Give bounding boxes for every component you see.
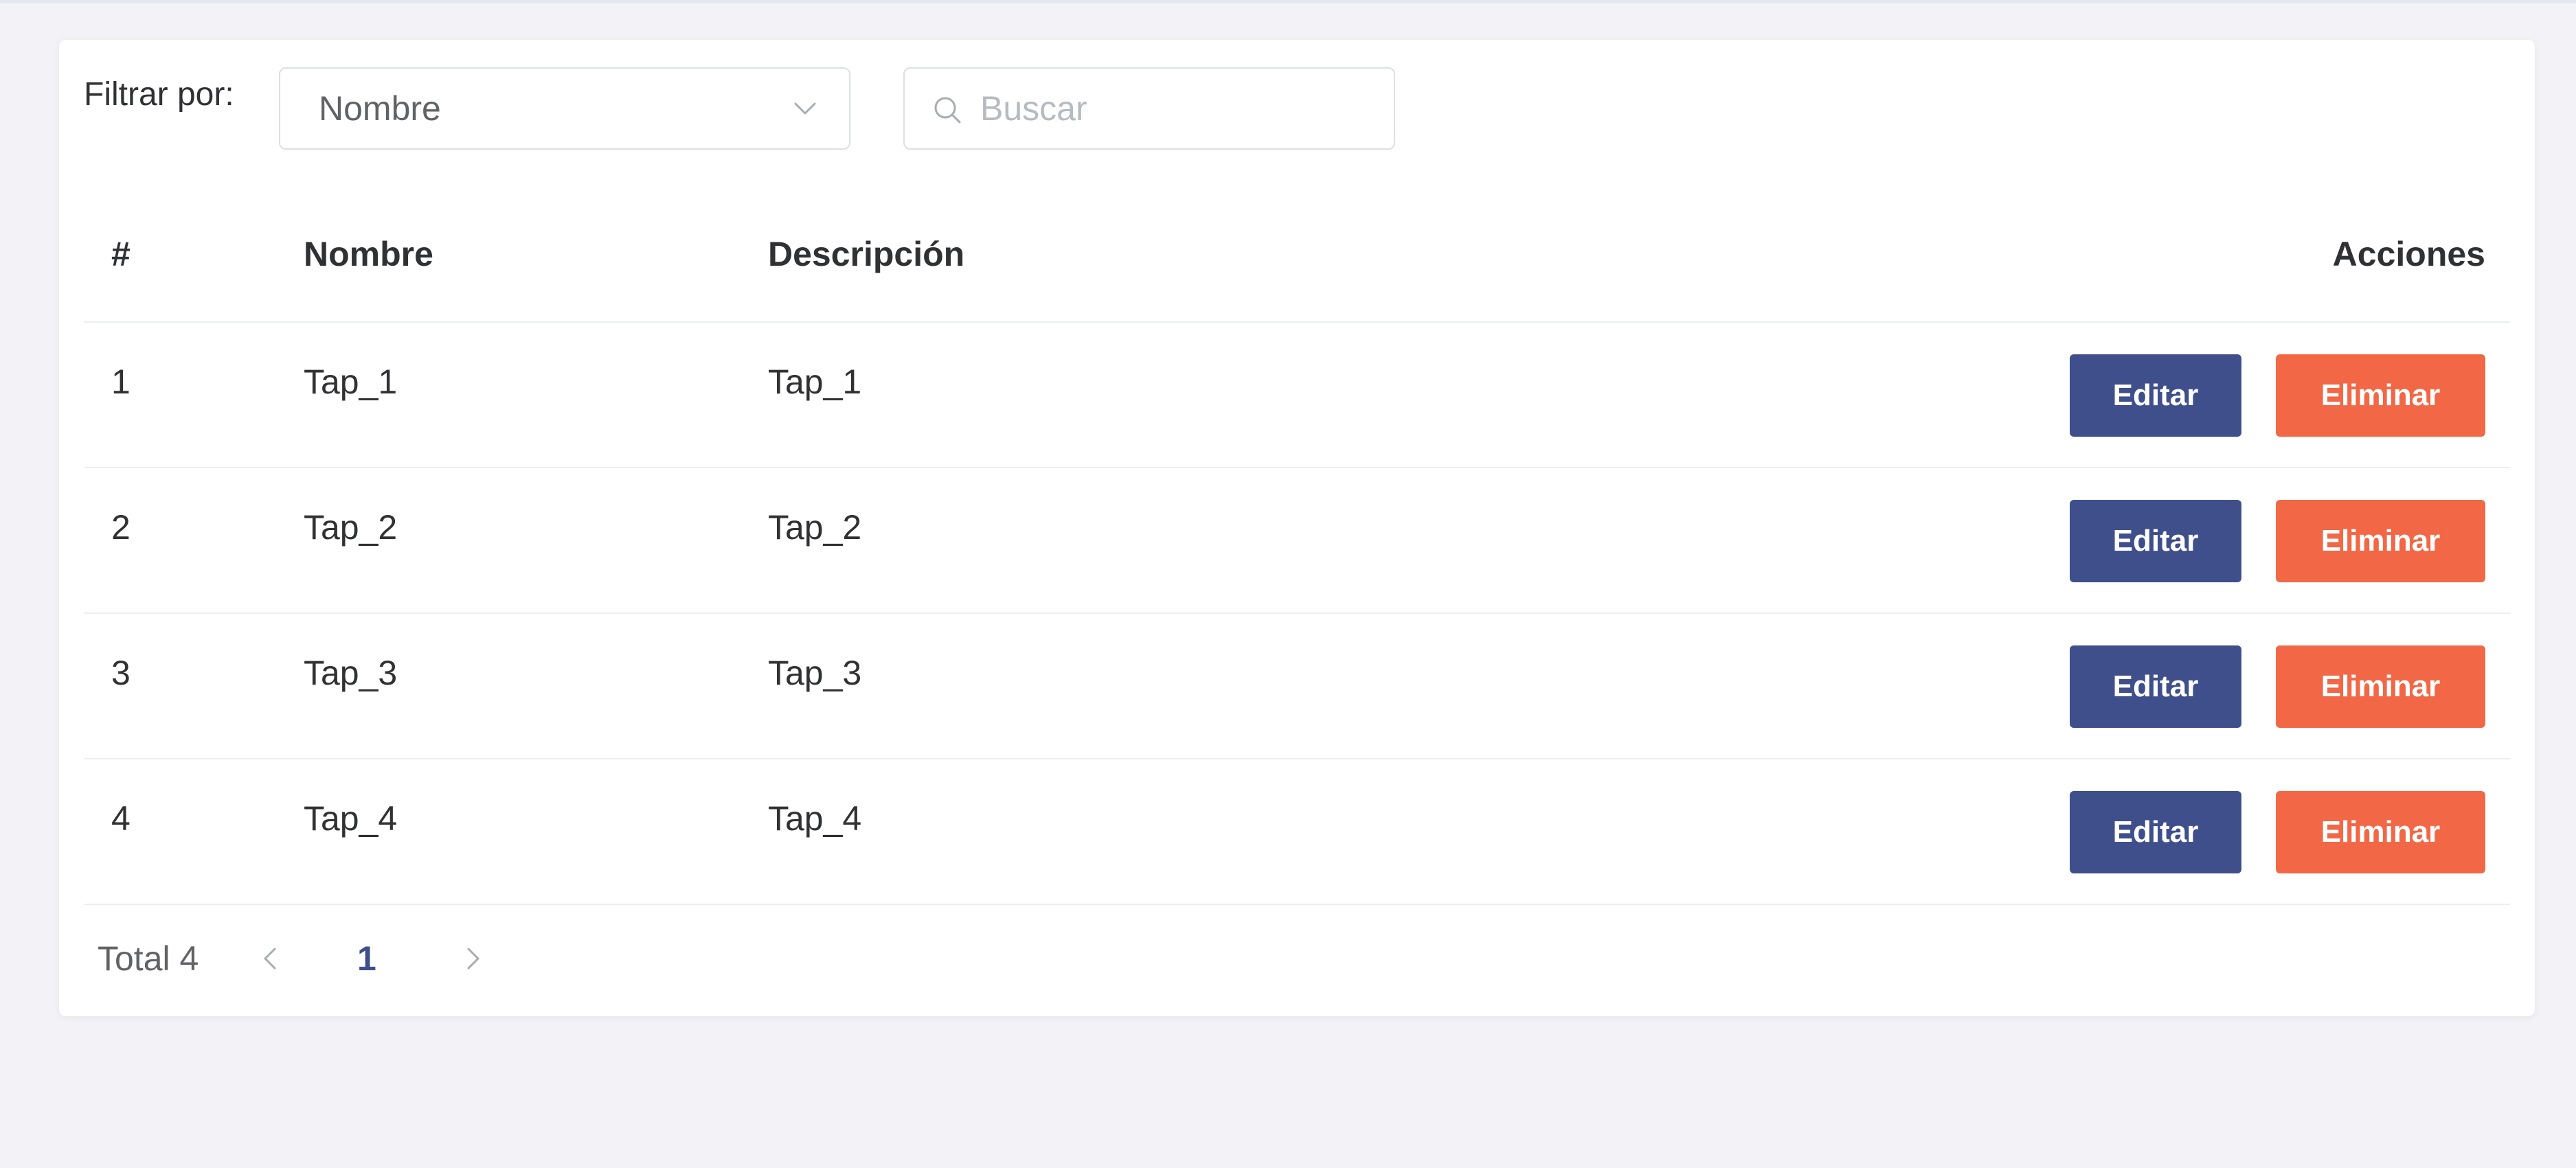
data-table: # Nombre Descripción Acciones 1 Tap_1 Ta… xyxy=(84,185,2510,905)
search-input[interactable] xyxy=(980,69,1379,148)
search-icon xyxy=(932,95,962,125)
edit-button[interactable]: Editar xyxy=(2070,645,2241,728)
delete-button[interactable]: Eliminar xyxy=(2276,791,2485,873)
total-count: Total 4 xyxy=(98,939,199,978)
header-actions: Acciones xyxy=(2332,235,2485,273)
cell-description: Tap_4 xyxy=(768,799,862,838)
cell-name: Tap_3 xyxy=(304,654,398,692)
cell-description: Tap_1 xyxy=(768,363,862,401)
content-card: Filtrar por: Nombre # Nombre Descripci xyxy=(59,40,2535,1016)
top-divider xyxy=(0,0,2576,3)
delete-button[interactable]: Eliminar xyxy=(2276,500,2485,582)
pagination: Total 4 1 xyxy=(98,931,578,986)
cell-num: 1 xyxy=(111,363,131,401)
edit-button[interactable]: Editar xyxy=(2070,354,2241,437)
delete-button[interactable]: Eliminar xyxy=(2276,645,2485,728)
cell-description: Tap_3 xyxy=(768,654,862,692)
cell-name: Tap_2 xyxy=(304,508,398,547)
table-row: 2 Tap_2 Tap_2 Editar Eliminar xyxy=(84,468,2510,614)
cell-name: Tap_4 xyxy=(304,799,398,838)
table-row: 1 Tap_1 Tap_1 Editar Eliminar xyxy=(84,323,2510,468)
page-number-current[interactable]: 1 xyxy=(357,931,376,986)
cell-num: 3 xyxy=(111,654,131,692)
header-description: Descripción xyxy=(768,235,965,273)
filter-select-value: Nombre xyxy=(319,89,441,128)
chevron-left-icon[interactable] xyxy=(254,942,287,975)
cell-num: 2 xyxy=(111,508,131,547)
search-box xyxy=(903,67,1395,150)
table-row: 3 Tap_3 Tap_3 Editar Eliminar xyxy=(84,614,2510,759)
table-header-row: # Nombre Descripción Acciones xyxy=(84,185,2510,323)
filter-label: Filtrar por: xyxy=(84,76,234,113)
filter-select[interactable]: Nombre xyxy=(279,67,850,150)
edit-button[interactable]: Editar xyxy=(2070,791,2241,873)
cell-name: Tap_1 xyxy=(304,363,398,401)
delete-button[interactable]: Eliminar xyxy=(2276,354,2485,437)
filter-bar: Filtrar por: Nombre xyxy=(84,67,1458,150)
edit-button[interactable]: Editar xyxy=(2070,500,2241,582)
cell-description: Tap_2 xyxy=(768,508,862,547)
header-num: # xyxy=(111,235,131,273)
table-row: 4 Tap_4 Tap_4 Editar Eliminar xyxy=(84,759,2510,905)
cell-num: 4 xyxy=(111,799,131,838)
chevron-down-icon xyxy=(791,95,819,122)
header-name: Nombre xyxy=(304,235,433,273)
chevron-right-icon[interactable] xyxy=(456,942,489,975)
